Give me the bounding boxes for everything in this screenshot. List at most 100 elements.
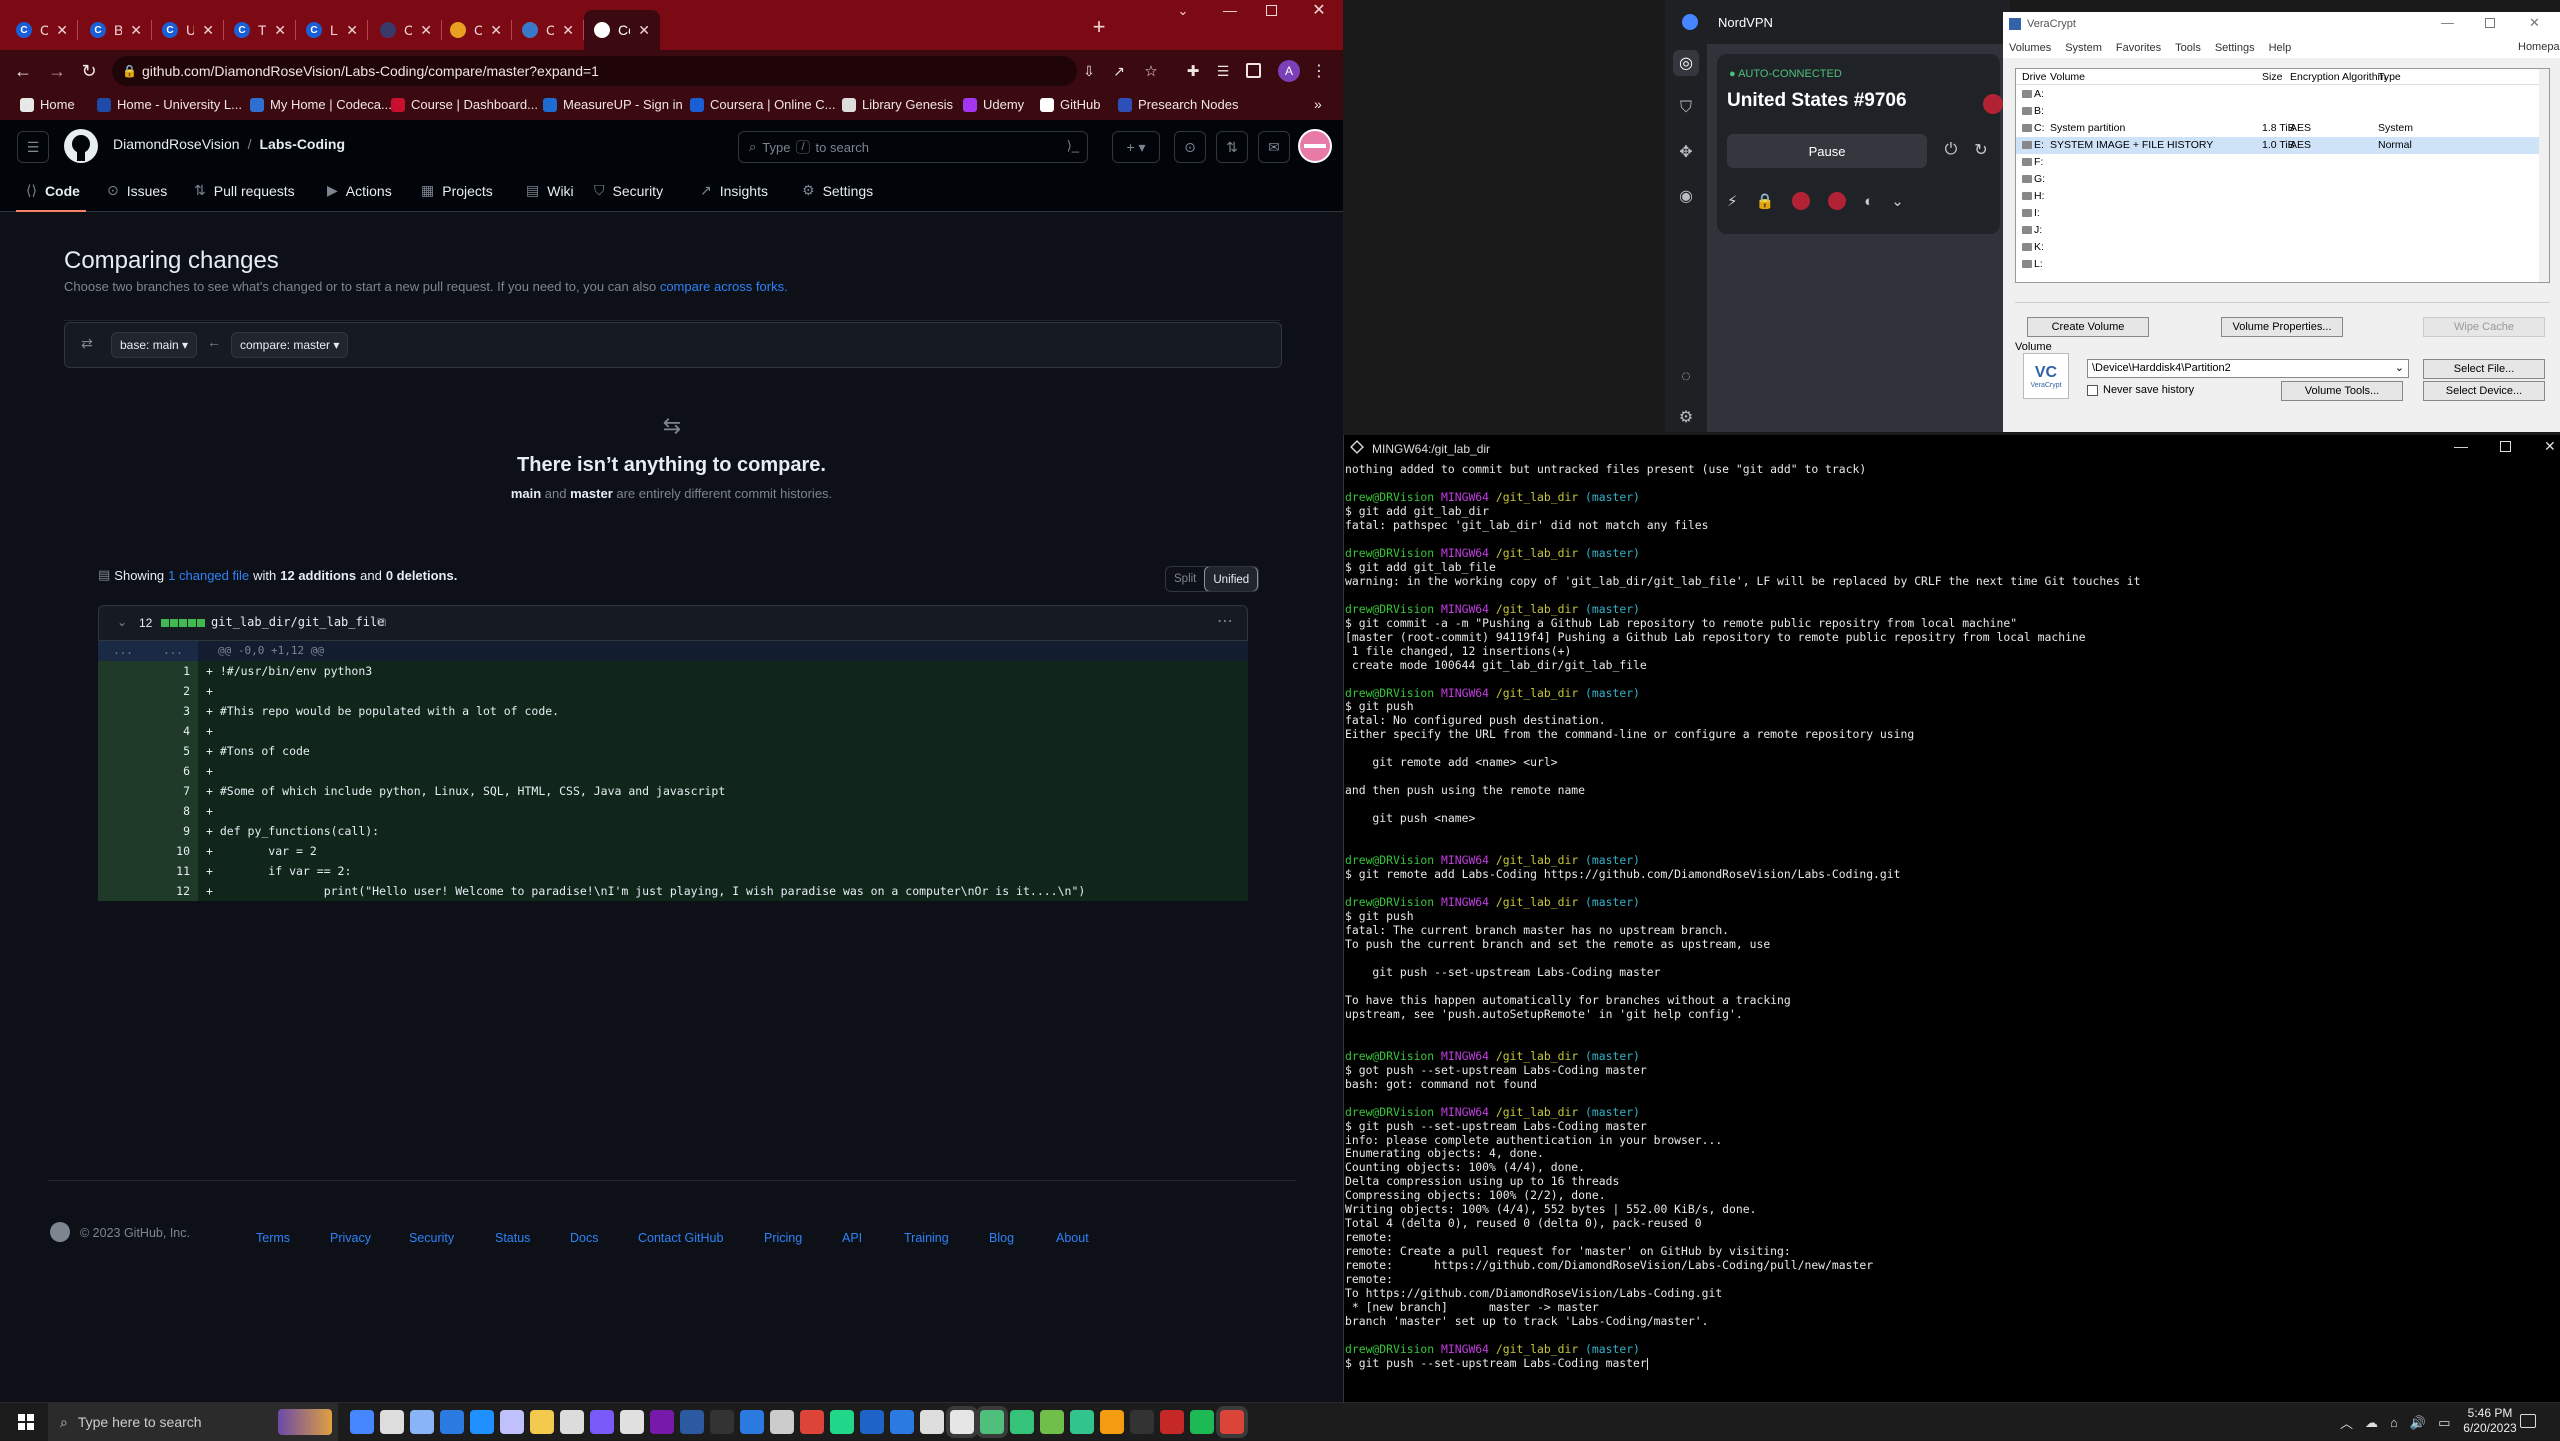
bookmark-item[interactable]: Udemy <box>963 97 1024 112</box>
expand-up-icon[interactable]: ... <box>98 641 148 661</box>
menu-kebab-icon[interactable]: ⋮ <box>1311 60 1327 82</box>
clock[interactable]: 5:46 PM 6/20/2023 <box>2450 1406 2530 1436</box>
footer-link[interactable]: Security <box>409 1231 454 1245</box>
address-bar[interactable]: 🔒 github.com/DiamondRoseVision/Labs-Codi… <box>112 56 1077 86</box>
app-icon[interactable] <box>380 1410 404 1434</box>
collapse-chevron-icon[interactable]: ⌄ <box>117 615 127 629</box>
new-line-number[interactable]: 5 <box>148 741 198 761</box>
unified-button[interactable]: Unified <box>1204 567 1259 591</box>
terminal-icon[interactable] <box>710 1410 734 1434</box>
taskbar-search[interactable]: ⌕ Type here to search <box>48 1403 338 1441</box>
chrome-icon[interactable] <box>1220 1410 1244 1434</box>
split-button[interactable]: Split <box>1166 573 1204 585</box>
file-explorer-icon[interactable] <box>530 1410 554 1434</box>
column-header[interactable]: Type <box>2378 71 2401 83</box>
new-line-number[interactable]: 7 <box>148 781 198 801</box>
column-header[interactable]: Drive <box>2022 71 2047 83</box>
app-icon[interactable] <box>1160 1410 1184 1434</box>
new-line-number[interactable]: 12 <box>148 881 198 901</box>
meshnet-icon[interactable]: ✥ <box>1673 139 1699 165</box>
browser-tab[interactable]: C Using Pyt ✕ <box>152 10 224 50</box>
compare-branch-select[interactable]: compare: master ▾ <box>231 332 349 358</box>
pycharm-icon[interactable] <box>830 1410 854 1434</box>
github-mark-icon[interactable] <box>50 1222 70 1242</box>
drive-row[interactable]: J: <box>2016 222 2539 239</box>
tab-close-icon[interactable]: ✕ <box>346 22 358 39</box>
us-flag-icon[interactable] <box>1828 192 1847 210</box>
reload-icon[interactable]: ↻ <box>78 60 100 82</box>
drive-row[interactable]: E: SYSTEM IMAGE + FILE HISTORY 1.0 TiB AES N… <box>2016 137 2539 154</box>
star-icon[interactable]: ☆ <box>1142 62 1160 80</box>
app-icon[interactable] <box>860 1410 884 1434</box>
tab-insights[interactable]: ↗ Insights <box>700 182 768 199</box>
minimize-icon[interactable]: — <box>2441 15 2454 30</box>
vera-menu-system[interactable]: System <box>2065 42 2102 54</box>
changed-file-link[interactable]: 1 changed file <box>168 568 249 583</box>
new-line-number[interactable]: 10 <box>148 841 198 861</box>
create-volume-button[interactable]: Create Volume <box>2027 317 2149 337</box>
app-icon[interactable] <box>920 1410 944 1434</box>
pull-requests-icon[interactable]: ⇅ <box>1216 131 1248 163</box>
7zip-icon[interactable] <box>620 1410 644 1434</box>
power-icon[interactable]: ⏻ <box>1937 136 1965 164</box>
close-icon[interactable]: ✕ <box>2544 438 2556 455</box>
install-icon[interactable]: ⇩ <box>1080 62 1098 80</box>
browser-tab[interactable]: C Linux Basi ✕ <box>296 10 368 50</box>
footer-link[interactable]: Training <box>904 1231 949 1245</box>
forward-icon[interactable]: → <box>46 60 68 82</box>
drive-row[interactable]: H: <box>2016 188 2539 205</box>
footer-link[interactable]: Privacy <box>330 1231 371 1245</box>
app-icon[interactable] <box>1040 1410 1064 1434</box>
nordvpn-taskbar-icon[interactable] <box>980 1410 1004 1434</box>
cloud-icon[interactable]: ☁ <box>2365 1415 2378 1431</box>
new-line-number[interactable]: 8 <box>148 801 198 821</box>
powershell-icon[interactable] <box>680 1410 704 1434</box>
column-header[interactable]: Size <box>2262 71 2282 83</box>
pause-button[interactable]: Pause <box>1727 134 1927 168</box>
tab-actions[interactable]: ▶ Actions <box>327 182 392 199</box>
footer-link[interactable]: About <box>1056 1231 1089 1245</box>
select-device-button[interactable]: Select Device... <box>2423 381 2545 401</box>
footer-link[interactable]: Docs <box>570 1231 598 1245</box>
browser-tab[interactable]: C Coursera | ✕ <box>6 10 78 50</box>
us-flag-icon[interactable] <box>1792 192 1811 210</box>
volume-tools-button[interactable]: Volume Tools... <box>2281 381 2403 401</box>
settings-icon[interactable]: ⚙ <box>1673 404 1699 430</box>
search-input[interactable]: ⌕ Type / to search ⟩_ <box>738 131 1088 163</box>
tab-pull-requests[interactable]: ⇅ Pull requests <box>194 182 295 199</box>
app-icon[interactable] <box>500 1410 524 1434</box>
volume-path-select[interactable]: \Device\Harddisk4\Partition2 ⌄ <box>2087 359 2409 378</box>
footer-link[interactable]: Blog <box>989 1231 1014 1245</box>
nordvpn-icon[interactable] <box>350 1410 374 1434</box>
volume-icon[interactable]: 🔊 <box>2410 1415 2426 1431</box>
defender-icon[interactable] <box>470 1410 494 1434</box>
bookmark-item[interactable]: My Home | Codeca... <box>250 97 392 112</box>
app-icon[interactable] <box>1100 1410 1124 1434</box>
new-line-number[interactable]: 6 <box>148 761 198 781</box>
tab-security[interactable]: ⛉ Security <box>594 182 663 199</box>
browser-tab[interactable]: C Basic Inte ✕ <box>80 10 152 50</box>
spotify-icon[interactable] <box>1190 1410 1214 1434</box>
tab-close-icon[interactable]: ✕ <box>202 22 214 39</box>
drive-row[interactable]: B: <box>2016 103 2539 120</box>
volume-properties-button[interactable]: Volume Properties... <box>2221 317 2343 337</box>
shield-icon[interactable]: ⛉ <box>1673 95 1699 121</box>
tab-close-icon[interactable]: ✕ <box>638 22 650 39</box>
minimize-icon[interactable]: — <box>1220 2 1240 18</box>
extensions-icon[interactable]: ✚ <box>1184 62 1202 80</box>
battery-icon[interactable]: ▭ <box>2438 1415 2450 1431</box>
tab-close-icon[interactable]: ✕ <box>130 22 142 39</box>
base-branch-select[interactable]: base: main ▾ <box>111 332 198 358</box>
drive-row[interactable]: C: System partition 1.8 TiB AES System <box>2016 120 2539 137</box>
onion-icon[interactable]: ◐ <box>1864 193 1873 210</box>
new-line-number[interactable]: 2 <box>148 681 198 701</box>
share-icon[interactable]: ↗ <box>1110 62 1128 80</box>
never-save-checkbox[interactable] <box>2087 385 2098 396</box>
close-icon[interactable]: ✕ <box>1310 1 1328 19</box>
drive-row[interactable]: F: <box>2016 154 2539 171</box>
github-icon[interactable] <box>950 1410 974 1434</box>
footer-link[interactable]: Status <box>495 1231 530 1245</box>
repo-link[interactable]: Labs-Coding <box>259 136 345 152</box>
select-file-button[interactable]: Select File... <box>2423 359 2545 379</box>
globe-icon[interactable]: ◎ <box>1673 50 1699 76</box>
